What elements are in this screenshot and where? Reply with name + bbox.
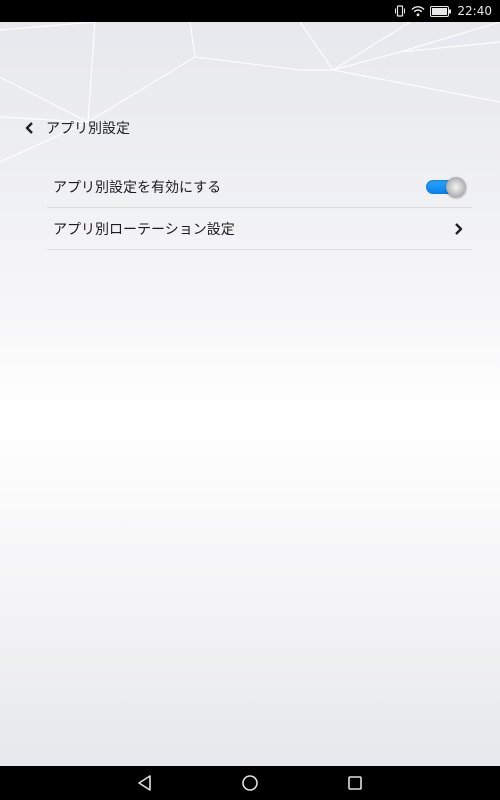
battery-icon (430, 5, 452, 17)
settings-list: アプリ別設定を有効にする アプリ別ローテーション設定 (47, 166, 472, 250)
back-triangle-icon (138, 775, 151, 791)
chevron-left-icon (25, 122, 33, 134)
wifi-icon (411, 5, 425, 17)
status-time: 22:40 (457, 4, 492, 18)
recents-square-icon (348, 776, 362, 790)
vibrate-icon (394, 5, 406, 17)
status-bar: 22:40 (0, 0, 500, 22)
back-button[interactable] (22, 118, 36, 138)
enable-per-app-toggle[interactable] (426, 176, 466, 197)
navigation-bar (0, 766, 500, 800)
home-circle-icon (242, 775, 258, 791)
setting-per-app-rotation[interactable]: アプリ別ローテーション設定 (47, 208, 472, 250)
setting-label: アプリ別設定を有効にする (53, 179, 222, 196)
app-header: アプリ別設定 (22, 116, 130, 140)
setting-label: アプリ別ローテーション設定 (53, 221, 235, 238)
setting-enable-per-app[interactable]: アプリ別設定を有効にする (47, 166, 472, 208)
toggle-knob (446, 176, 466, 197)
page-title: アプリ別設定 (46, 121, 130, 137)
nav-home-button[interactable] (240, 773, 260, 793)
nav-back-button[interactable] (135, 773, 155, 793)
chevron-right-icon (452, 221, 466, 237)
nav-recents-button[interactable] (345, 773, 365, 793)
